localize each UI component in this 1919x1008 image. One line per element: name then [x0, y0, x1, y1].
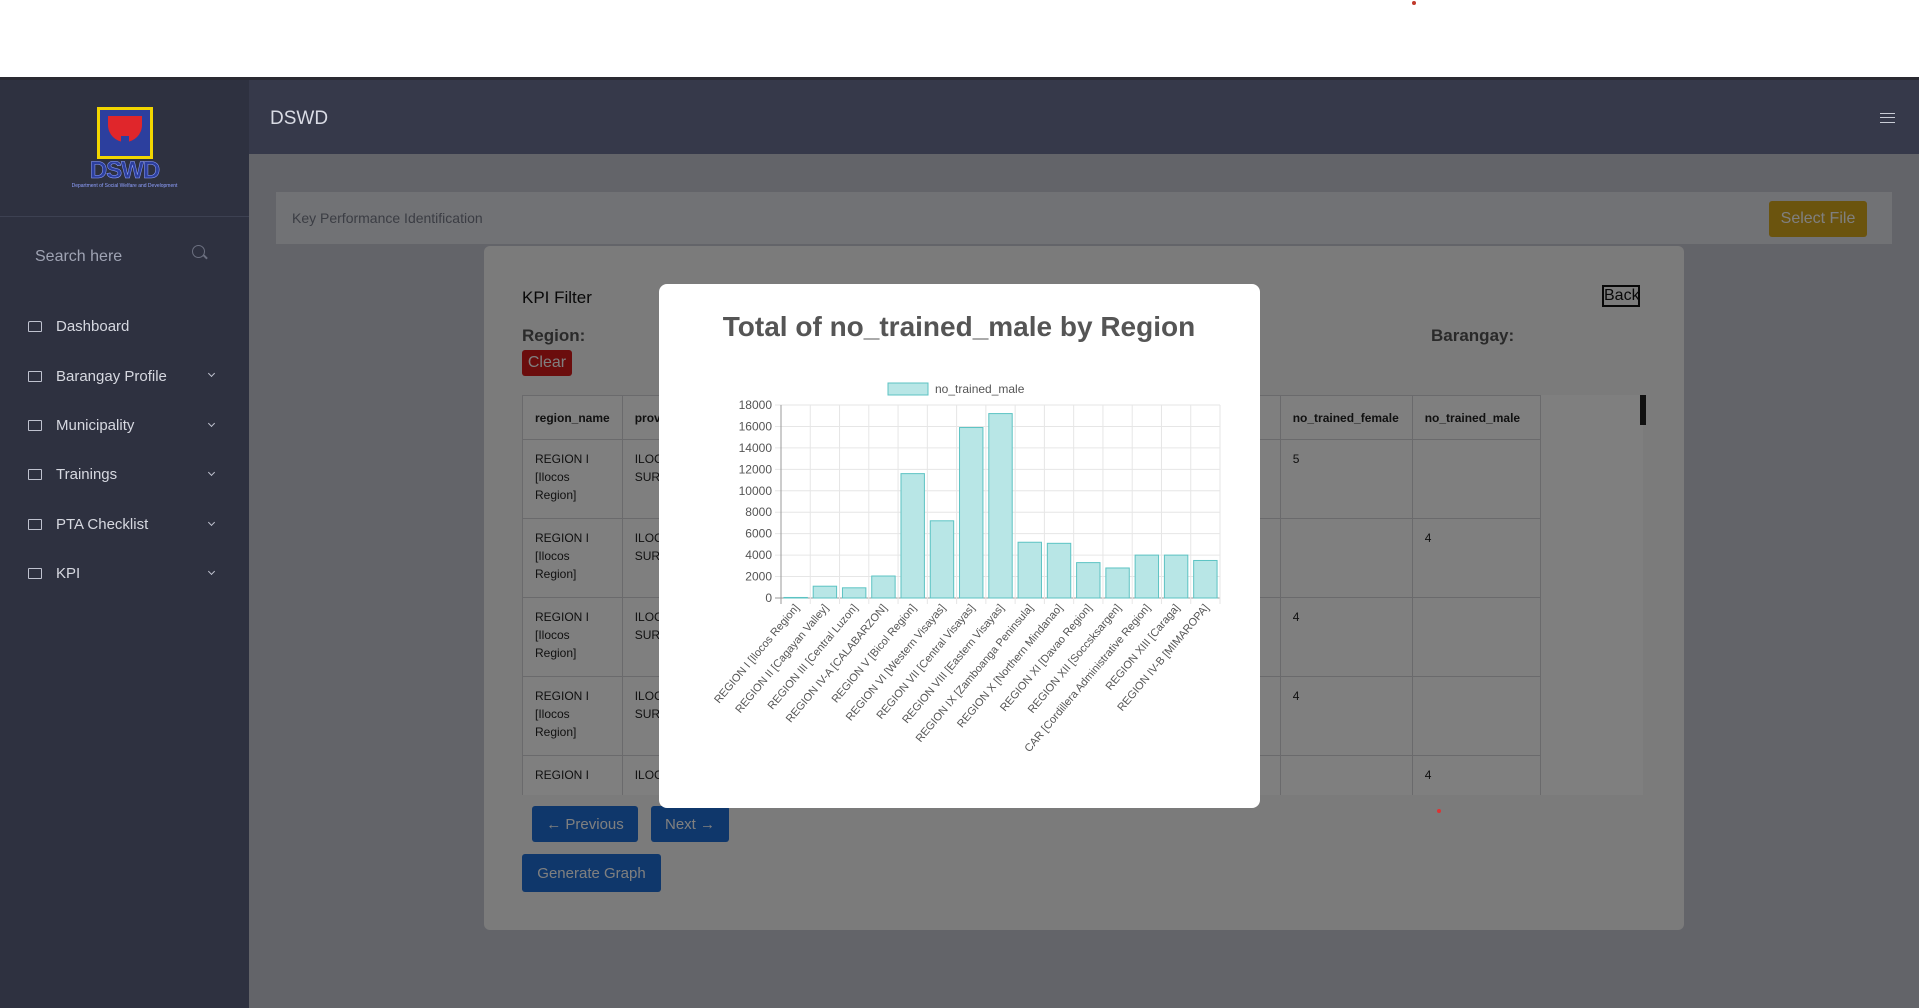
logo-subtext: Department of Social Welfare and Develop…	[71, 183, 178, 189]
bar[interactable]	[1163, 554, 1189, 599]
folder-icon	[28, 419, 42, 431]
sidebar-item-label: Municipality	[56, 416, 135, 434]
y-tick-label: 12000	[739, 462, 773, 476]
chevron-down-icon	[207, 567, 216, 575]
folder-icon	[28, 568, 42, 580]
y-tick-label: 8000	[745, 505, 772, 519]
sidebar-nav: Dashboard Barangay Profile Municipality …	[0, 302, 249, 598]
logo-text: DSWD	[89, 157, 161, 184]
bar[interactable]	[871, 575, 896, 599]
bar[interactable]	[1193, 559, 1218, 599]
search-input[interactable]: Search here	[35, 248, 215, 272]
bar[interactable]	[812, 585, 838, 599]
y-tick-label: 6000	[745, 527, 772, 541]
chevron-down-icon	[207, 370, 216, 378]
sidebar-item-label: KPI	[56, 565, 81, 583]
sidebar-item-label: Barangay Profile	[56, 367, 167, 385]
y-tick-label: 2000	[745, 570, 772, 584]
legend-label: no_trained_male	[935, 382, 1025, 396]
chart-title: Total of no_trained_male by Region	[723, 311, 1195, 342]
sidebar-item-pta-checklist[interactable]: PTA Checklist	[0, 500, 249, 549]
search-icon[interactable]	[192, 245, 205, 258]
chevron-down-icon	[207, 469, 216, 477]
bar[interactable]	[1046, 542, 1072, 599]
marker-dot	[1412, 1, 1416, 5]
sidebar-item-kpi[interactable]: KPI	[0, 549, 249, 598]
sidebar-item-trainings[interactable]: Trainings	[0, 450, 249, 499]
bar[interactable]	[1105, 567, 1130, 599]
bar[interactable]	[988, 413, 1013, 599]
sidebar-item-label: PTA Checklist	[56, 515, 149, 533]
bar[interactable]	[841, 587, 867, 599]
y-tick-label: 14000	[739, 441, 773, 455]
legend-swatch[interactable]	[887, 382, 929, 396]
sidebar-item-label: Trainings	[56, 466, 118, 484]
sidebar-item-label: Dashboard	[56, 318, 130, 336]
sidebar-item-barangay-profile[interactable]: Barangay Profile	[0, 351, 249, 400]
folder-icon	[28, 469, 42, 481]
bar[interactable]	[959, 427, 984, 599]
chevron-down-icon	[207, 419, 216, 427]
folder-icon	[28, 370, 42, 382]
top-header: DSWD	[249, 80, 1919, 154]
brand-title: DSWD	[270, 108, 329, 129]
logo-emblem-icon	[96, 107, 153, 159]
y-tick-label: 0	[765, 591, 772, 605]
logo[interactable]: DSWD Department of Social Welfare and De…	[0, 80, 249, 217]
y-tick-label: 10000	[739, 484, 773, 498]
sidebar-item-municipality[interactable]: Municipality	[0, 401, 249, 450]
bar[interactable]	[929, 520, 955, 599]
sidebar: DSWD Department of Social Welfare and De…	[0, 80, 249, 1008]
bar[interactable]	[900, 473, 925, 599]
home-icon	[28, 321, 42, 333]
bar[interactable]	[1076, 562, 1101, 599]
marker-dot	[1437, 809, 1441, 813]
bar-chart: Total of no_trained_male by Region no_tr…	[712, 311, 1221, 755]
top-strip	[0, 0, 1919, 80]
bar[interactable]	[783, 596, 808, 599]
y-tick-label: 4000	[745, 548, 772, 562]
y-tick-label: 16000	[739, 419, 773, 433]
y-tick-label: 18000	[739, 398, 773, 412]
menu-icon[interactable]	[1880, 113, 1895, 123]
chevron-down-icon	[207, 518, 216, 526]
folder-icon	[28, 518, 42, 530]
bar[interactable]	[1017, 541, 1042, 599]
chart-modal: Total of no_trained_male by Region no_tr…	[659, 284, 1260, 808]
bar[interactable]	[1134, 554, 1160, 599]
sidebar-item-dashboard[interactable]: Dashboard	[0, 302, 249, 351]
